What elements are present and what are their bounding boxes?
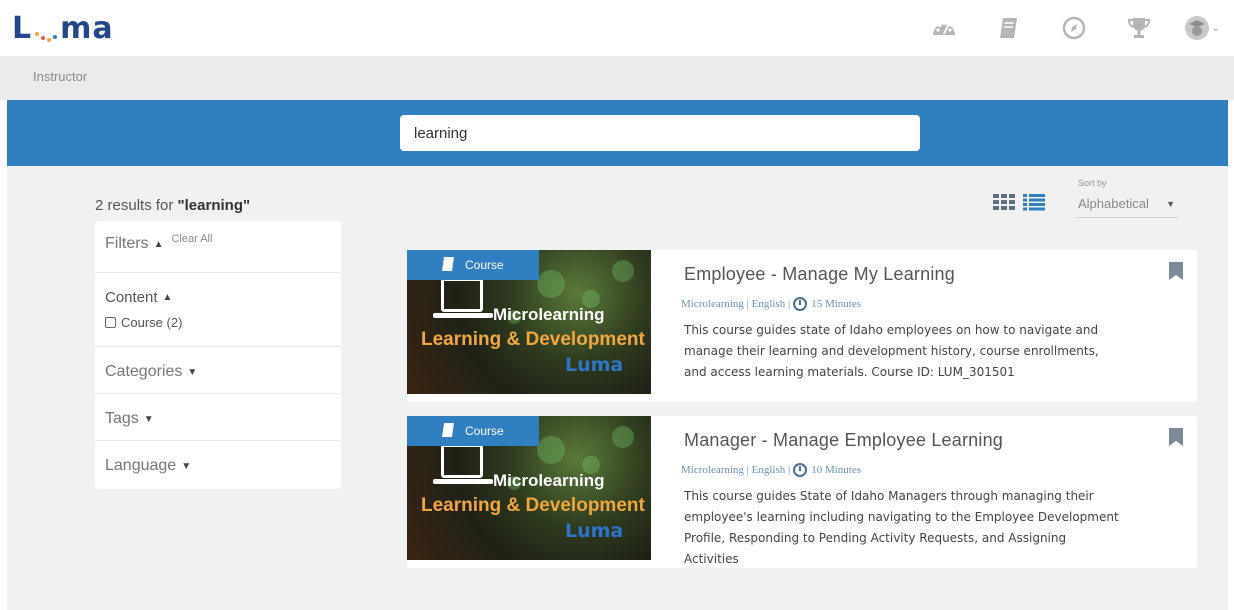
course-thumbnail[interactable]: Course Microlearning Learning & Developm…: [407, 416, 651, 560]
course-duration: 10 Minutes: [811, 464, 862, 476]
breadcrumb[interactable]: Instructor: [33, 69, 87, 84]
results-count-text: 2 results for: [95, 197, 178, 214]
filter-categories-title: Categories: [105, 363, 183, 380]
laptop-icon: [441, 444, 483, 478]
filters-panel: Filters ▲ Clear All Content ▲ Course (2)…: [95, 221, 341, 489]
course-badge: Course: [407, 416, 539, 446]
chevron-up-icon[interactable]: ▲: [154, 239, 164, 250]
chevron-down-icon: ⌄: [1211, 22, 1220, 34]
dashboard-icon[interactable]: [929, 13, 959, 43]
course-title[interactable]: Employee - Manage My Learning: [684, 264, 955, 285]
grid-view-icon[interactable]: [993, 193, 1015, 211]
course-title[interactable]: Manager - Manage Employee Learning: [684, 430, 1003, 451]
filters-header: Filters ▲ Clear All: [95, 221, 341, 273]
filter-language-title: Language: [105, 457, 177, 474]
book-icon: [442, 257, 454, 271]
catalog-book-icon[interactable]: [994, 13, 1024, 43]
filters-title[interactable]: Filters: [105, 235, 149, 253]
filter-section-language[interactable]: Language ▼: [95, 441, 341, 488]
filter-option-course[interactable]: Course (2): [105, 315, 331, 330]
search-input[interactable]: [400, 115, 920, 151]
bookmark-icon[interactable]: [1169, 428, 1183, 446]
sort-control: Sort by Alphabetical ▼: [1076, 178, 1178, 218]
logo-text-left: L: [12, 10, 33, 46]
main-content: 2 results for "learning" Sort by Alphabe…: [7, 166, 1228, 610]
course-thumbnail[interactable]: Course Microlearning Learning & Developm…: [407, 250, 651, 394]
course-card[interactable]: Course Microlearning Learning & Developm…: [407, 250, 1197, 402]
clock-icon: [793, 297, 808, 311]
clear-all-link[interactable]: Clear All: [171, 233, 212, 245]
course-meta-prefix: Microlearning | English |: [681, 298, 791, 310]
course-checkbox[interactable]: [105, 317, 116, 328]
clock-icon: [793, 463, 808, 477]
caret-down-icon: ▼: [1166, 198, 1175, 209]
filter-tags-title: Tags: [105, 410, 139, 427]
course-badge: Course: [407, 250, 539, 280]
filter-content-title[interactable]: Content: [105, 289, 158, 306]
filter-section-content: Content ▲ Course (2): [95, 273, 341, 347]
thumbnail-brand: Luma: [565, 354, 624, 376]
chevron-down-icon: ▼: [187, 366, 198, 378]
thumbnail-brand: Luma: [565, 520, 624, 542]
results-count: 2 results for "learning": [95, 197, 250, 214]
profile-menu[interactable]: ⌄: [1184, 15, 1220, 41]
bookmark-icon[interactable]: [1169, 262, 1183, 280]
book-icon: [442, 423, 454, 437]
laptop-icon: [441, 278, 483, 312]
chevron-down-icon: ▼: [143, 413, 154, 425]
luma-logo[interactable]: L ma: [12, 10, 114, 46]
logo-text-right: ma: [60, 10, 114, 46]
sort-label: Sort by: [1078, 178, 1107, 188]
thumbnail-subtitle: Learning & Development: [421, 495, 645, 516]
course-description: This course guides state of Idaho employ…: [684, 323, 1099, 379]
course-duration: 15 Minutes: [811, 298, 862, 310]
results-query: "learning": [177, 197, 251, 214]
course-description: This course guides State of Idaho Manage…: [684, 489, 1119, 566]
course-meta: Microlearning | English | 15 Minutes: [681, 297, 861, 311]
course-card[interactable]: Course Microlearning Learning & Developm…: [407, 416, 1197, 568]
course-meta: Microlearning | English | 10 Minutes: [681, 463, 861, 477]
filter-section-tags[interactable]: Tags ▼: [95, 394, 341, 441]
search-banner: [7, 100, 1228, 166]
sort-selected-value: Alphabetical: [1078, 196, 1149, 211]
chevron-down-icon: ▼: [181, 460, 192, 472]
sort-dropdown[interactable]: Alphabetical ▼: [1076, 196, 1178, 218]
thumbnail-subtitle: Learning & Development: [421, 329, 645, 350]
profile-avatar-icon: [1184, 16, 1209, 40]
course-badge-label: Course: [465, 258, 504, 272]
chevron-up-icon[interactable]: ▲: [163, 292, 173, 303]
course-meta-prefix: Microlearning | English |: [681, 464, 791, 476]
top-navigation-bar: L ma ⌄: [0, 0, 1234, 56]
thumbnail-title: Microlearning: [493, 471, 605, 490]
logo-dots: [34, 14, 58, 42]
nav-icon-group: ⌄: [894, 13, 1220, 43]
filter-option-label: Course (2): [121, 315, 183, 330]
explore-compass-icon[interactable]: [1059, 13, 1089, 43]
list-view-icon[interactable]: [1023, 193, 1045, 211]
filter-section-categories[interactable]: Categories ▼: [95, 347, 341, 394]
achievements-trophy-icon[interactable]: [1124, 13, 1154, 43]
breadcrumb-bar: Instructor: [0, 56, 1234, 100]
course-badge-label: Course: [465, 424, 504, 438]
thumbnail-title: Microlearning: [493, 305, 605, 324]
view-toggle: [993, 193, 1053, 211]
